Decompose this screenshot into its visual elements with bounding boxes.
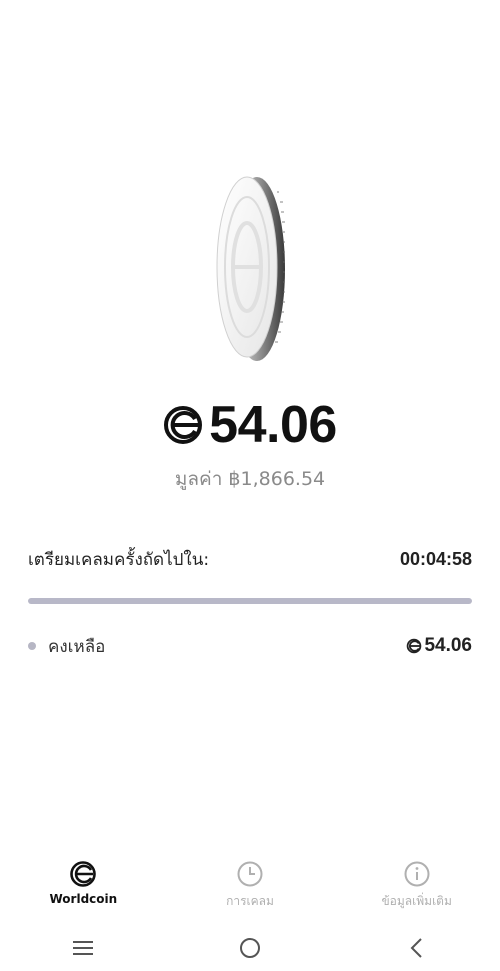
balance-display: 54.06 (0, 395, 500, 455)
worldcoin-small-icon (407, 638, 422, 654)
home-button[interactable] (235, 933, 265, 963)
home-icon (239, 938, 260, 958)
next-claim-label: เตรียมเคลมครั้งถัดไปใน: (28, 549, 210, 570)
back-icon (410, 938, 422, 958)
claim-progress-fill (28, 598, 472, 604)
tab-claims[interactable]: การเคลม (167, 860, 334, 920)
fiat-value: มูลค่า ฿1,866.54 (174, 468, 326, 490)
remaining-value: 54.06 (424, 635, 472, 656)
info-icon (404, 861, 430, 887)
menu-button[interactable] (68, 933, 98, 963)
tab-claims-label: การเคลม (226, 894, 274, 908)
remaining-row: คงเหลือ 54.06 (28, 632, 472, 660)
bottom-tab-bar: Worldcoin การเคลม ข้อมูลเพิ่มเติม (0, 860, 500, 920)
back-button[interactable] (402, 933, 432, 963)
tab-worldcoin[interactable]: Worldcoin (0, 860, 167, 920)
balance-amount: 54.06 (209, 396, 337, 454)
menu-icon (73, 941, 94, 955)
next-claim-timer: 00:04:58 (399, 548, 472, 569)
claim-progress-bar (28, 598, 472, 604)
system-navigation-bar (0, 930, 500, 966)
worldcoin-coin-image (0, 172, 500, 372)
remaining-dot (28, 642, 36, 650)
next-claim-row: เตรียมเคลมครั้งถัดไปใน: 00:04:58 (28, 545, 472, 573)
tab-info-label: ข้อมูลเพิ่มเติม (381, 894, 452, 908)
tab-info[interactable]: ข้อมูลเพิ่มเติม (333, 860, 500, 920)
remaining-label: คงเหลือ (48, 636, 106, 657)
worldcoin-icon (70, 861, 97, 887)
clock-icon (237, 861, 263, 887)
coin-illustration (216, 176, 285, 361)
worldcoin-logo-icon (164, 406, 203, 444)
tab-worldcoin-label: Worldcoin (49, 892, 118, 906)
